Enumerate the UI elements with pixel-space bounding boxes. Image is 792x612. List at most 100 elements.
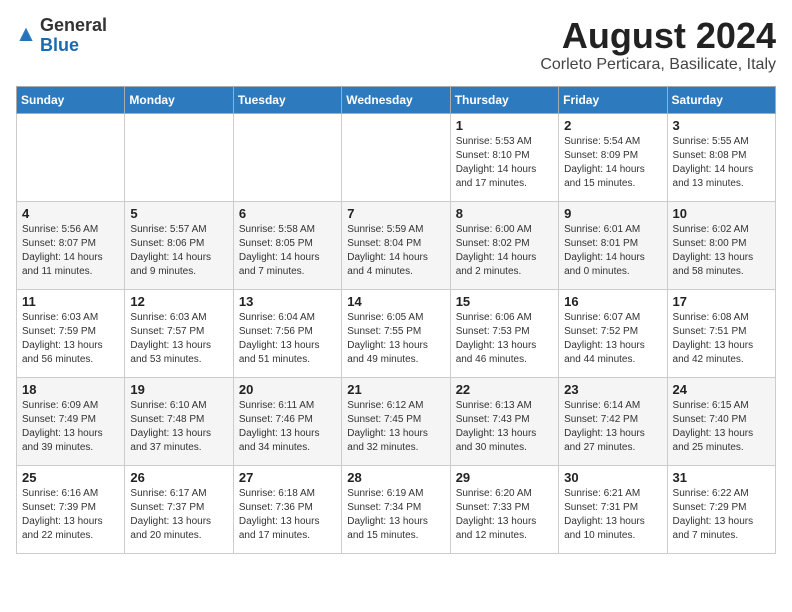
day-info: Sunrise: 5:58 AMSunset: 8:05 PMDaylight:…: [239, 223, 336, 279]
day-info: Sunrise: 6:22 AMSunset: 7:29 PMDaylight:…: [673, 487, 770, 543]
day-info: Sunrise: 5:53 AMSunset: 8:10 PMDaylight:…: [456, 135, 553, 191]
day-number: 4: [22, 206, 119, 221]
title-block: August 2024 Corleto Perticara, Basilicat…: [540, 16, 776, 74]
calendar-cell: 9 Sunrise: 6:01 AMSunset: 8:01 PMDaylight…: [559, 201, 667, 289]
day-info: Sunrise: 6:10 AMSunset: 7:48 PMDaylight:…: [130, 399, 227, 455]
calendar-cell: 7 Sunrise: 5:59 AMSunset: 8:04 PMDaylight…: [342, 201, 450, 289]
weekday-header-sunday: Sunday: [17, 86, 125, 113]
calendar-week-2: 4 Sunrise: 5:56 AMSunset: 8:07 PMDaylight…: [17, 201, 776, 289]
calendar-cell: 29 Sunrise: 6:20 AMSunset: 7:33 PMDayligh…: [450, 465, 558, 553]
calendar-cell: 31Sunrise: 6:22 AMSunset: 7:29 PMDayligh…: [667, 465, 775, 553]
day-info: Sunrise: 6:12 AMSunset: 7:45 PMDaylight:…: [347, 399, 444, 455]
day-number: 20: [239, 382, 336, 397]
day-info: Sunrise: 6:20 AMSunset: 7:33 PMDaylight:…: [456, 487, 553, 543]
calendar-cell: 1Sunrise: 5:53 AMSunset: 8:10 PMDaylight…: [450, 113, 558, 201]
day-number: 12: [130, 294, 227, 309]
day-info: Sunrise: 6:15 AMSunset: 7:40 PMDaylight:…: [673, 399, 770, 455]
calendar-cell: [342, 113, 450, 201]
weekday-header-wednesday: Wednesday: [342, 86, 450, 113]
day-number: 5: [130, 206, 227, 221]
logo-general: General: [40, 15, 107, 35]
day-info: Sunrise: 6:06 AMSunset: 7:53 PMDaylight:…: [456, 311, 553, 367]
calendar-cell: 20 Sunrise: 6:11 AMSunset: 7:46 PMDayligh…: [233, 377, 341, 465]
calendar-cell: 28Sunrise: 6:19 AMSunset: 7:34 PMDayligh…: [342, 465, 450, 553]
day-info: Sunrise: 6:02 AMSunset: 8:00 PMDaylight:…: [673, 223, 770, 279]
weekday-header-friday: Friday: [559, 86, 667, 113]
day-number: 30: [564, 470, 661, 485]
calendar-cell: 25 Sunrise: 6:16 AMSunset: 7:39 PMDayligh…: [17, 465, 125, 553]
calendar-cell: 5 Sunrise: 5:57 AMSunset: 8:06 PMDaylight…: [125, 201, 233, 289]
calendar-cell: 24 Sunrise: 6:15 AMSunset: 7:40 PMDayligh…: [667, 377, 775, 465]
calendar-cell: 22 Sunrise: 6:13 AMSunset: 7:43 PMDayligh…: [450, 377, 558, 465]
day-info: Sunrise: 5:59 AMSunset: 8:04 PMDaylight:…: [347, 223, 444, 279]
calendar-cell: 17 Sunrise: 6:08 AMSunset: 7:51 PMDayligh…: [667, 289, 775, 377]
day-number: 15: [456, 294, 553, 309]
day-info: Sunrise: 6:19 AMSunset: 7:34 PMDaylight:…: [347, 487, 444, 543]
day-info: Sunrise: 5:57 AMSunset: 8:06 PMDaylight:…: [130, 223, 227, 279]
calendar-cell: 12 Sunrise: 6:03 AMSunset: 7:57 PMDayligh…: [125, 289, 233, 377]
weekday-header-thursday: Thursday: [450, 86, 558, 113]
day-number: 9: [564, 206, 661, 221]
calendar-week-1: 1Sunrise: 5:53 AMSunset: 8:10 PMDaylight…: [17, 113, 776, 201]
day-number: 10: [673, 206, 770, 221]
day-info: Sunrise: 6:01 AMSunset: 8:01 PMDaylight:…: [564, 223, 661, 279]
calendar-cell: 30Sunrise: 6:21 AMSunset: 7:31 PMDayligh…: [559, 465, 667, 553]
day-number: 7: [347, 206, 444, 221]
logo: General Blue: [16, 16, 107, 56]
day-info: Sunrise: 6:16 AMSunset: 7:39 PMDaylight:…: [22, 487, 119, 543]
day-number: 14: [347, 294, 444, 309]
calendar-cell: 15 Sunrise: 6:06 AMSunset: 7:53 PMDayligh…: [450, 289, 558, 377]
day-number: 24: [673, 382, 770, 397]
day-info: Sunrise: 6:14 AMSunset: 7:42 PMDaylight:…: [564, 399, 661, 455]
day-number: 11: [22, 294, 119, 309]
calendar-week-4: 18 Sunrise: 6:09 AMSunset: 7:49 PMDayligh…: [17, 377, 776, 465]
calendar-cell: 4 Sunrise: 5:56 AMSunset: 8:07 PMDaylight…: [17, 201, 125, 289]
calendar-cell: 13Sunrise: 6:04 AMSunset: 7:56 PMDayligh…: [233, 289, 341, 377]
day-number: 18: [22, 382, 119, 397]
day-info: Sunrise: 6:07 AMSunset: 7:52 PMDaylight:…: [564, 311, 661, 367]
day-info: Sunrise: 5:56 AMSunset: 8:07 PMDaylight:…: [22, 223, 119, 279]
day-number: 19: [130, 382, 227, 397]
logo-icon: [16, 26, 36, 46]
page-header: General Blue August 2024 Corleto Pertica…: [16, 16, 776, 74]
day-info: Sunrise: 5:55 AMSunset: 8:08 PMDaylight:…: [673, 135, 770, 191]
month-year: August 2024: [540, 16, 776, 56]
day-number: 6: [239, 206, 336, 221]
calendar-week-5: 25 Sunrise: 6:16 AMSunset: 7:39 PMDayligh…: [17, 465, 776, 553]
day-number: 29: [456, 470, 553, 485]
day-number: 25: [22, 470, 119, 485]
day-number: 27: [239, 470, 336, 485]
weekday-header-saturday: Saturday: [667, 86, 775, 113]
calendar-cell: 3Sunrise: 5:55 AMSunset: 8:08 PMDaylight…: [667, 113, 775, 201]
calendar-cell: 8Sunrise: 6:00 AMSunset: 8:02 PMDaylight…: [450, 201, 558, 289]
calendar-cell: 14Sunrise: 6:05 AMSunset: 7:55 PMDayligh…: [342, 289, 450, 377]
day-number: 2: [564, 118, 661, 133]
day-info: Sunrise: 6:09 AMSunset: 7:49 PMDaylight:…: [22, 399, 119, 455]
day-number: 16: [564, 294, 661, 309]
day-info: Sunrise: 6:03 AMSunset: 7:57 PMDaylight:…: [130, 311, 227, 367]
calendar-cell: 26Sunrise: 6:17 AMSunset: 7:37 PMDayligh…: [125, 465, 233, 553]
weekday-header-tuesday: Tuesday: [233, 86, 341, 113]
day-info: Sunrise: 6:03 AMSunset: 7:59 PMDaylight:…: [22, 311, 119, 367]
day-number: 22: [456, 382, 553, 397]
day-number: 17: [673, 294, 770, 309]
day-info: Sunrise: 6:13 AMSunset: 7:43 PMDaylight:…: [456, 399, 553, 455]
day-number: 21: [347, 382, 444, 397]
day-info: Sunrise: 6:00 AMSunset: 8:02 PMDaylight:…: [456, 223, 553, 279]
calendar-cell: 16 Sunrise: 6:07 AMSunset: 7:52 PMDayligh…: [559, 289, 667, 377]
calendar-cell: 2Sunrise: 5:54 AMSunset: 8:09 PMDaylight…: [559, 113, 667, 201]
day-info: Sunrise: 6:11 AMSunset: 7:46 PMDaylight:…: [239, 399, 336, 455]
calendar-cell: 21 Sunrise: 6:12 AMSunset: 7:45 PMDayligh…: [342, 377, 450, 465]
calendar-cell: 23 Sunrise: 6:14 AMSunset: 7:42 PMDayligh…: [559, 377, 667, 465]
calendar-cell: [17, 113, 125, 201]
calendar-cell: 19 Sunrise: 6:10 AMSunset: 7:48 PMDayligh…: [125, 377, 233, 465]
calendar-cell: [125, 113, 233, 201]
day-info: Sunrise: 6:08 AMSunset: 7:51 PMDaylight:…: [673, 311, 770, 367]
calendar-table: SundayMondayTuesdayWednesdayThursdayFrid…: [16, 86, 776, 554]
calendar-week-3: 11 Sunrise: 6:03 AMSunset: 7:59 PMDayligh…: [17, 289, 776, 377]
day-info: Sunrise: 6:18 AMSunset: 7:36 PMDaylight:…: [239, 487, 336, 543]
calendar-cell: 18 Sunrise: 6:09 AMSunset: 7:49 PMDayligh…: [17, 377, 125, 465]
day-number: 23: [564, 382, 661, 397]
day-number: 13: [239, 294, 336, 309]
day-number: 26: [130, 470, 227, 485]
